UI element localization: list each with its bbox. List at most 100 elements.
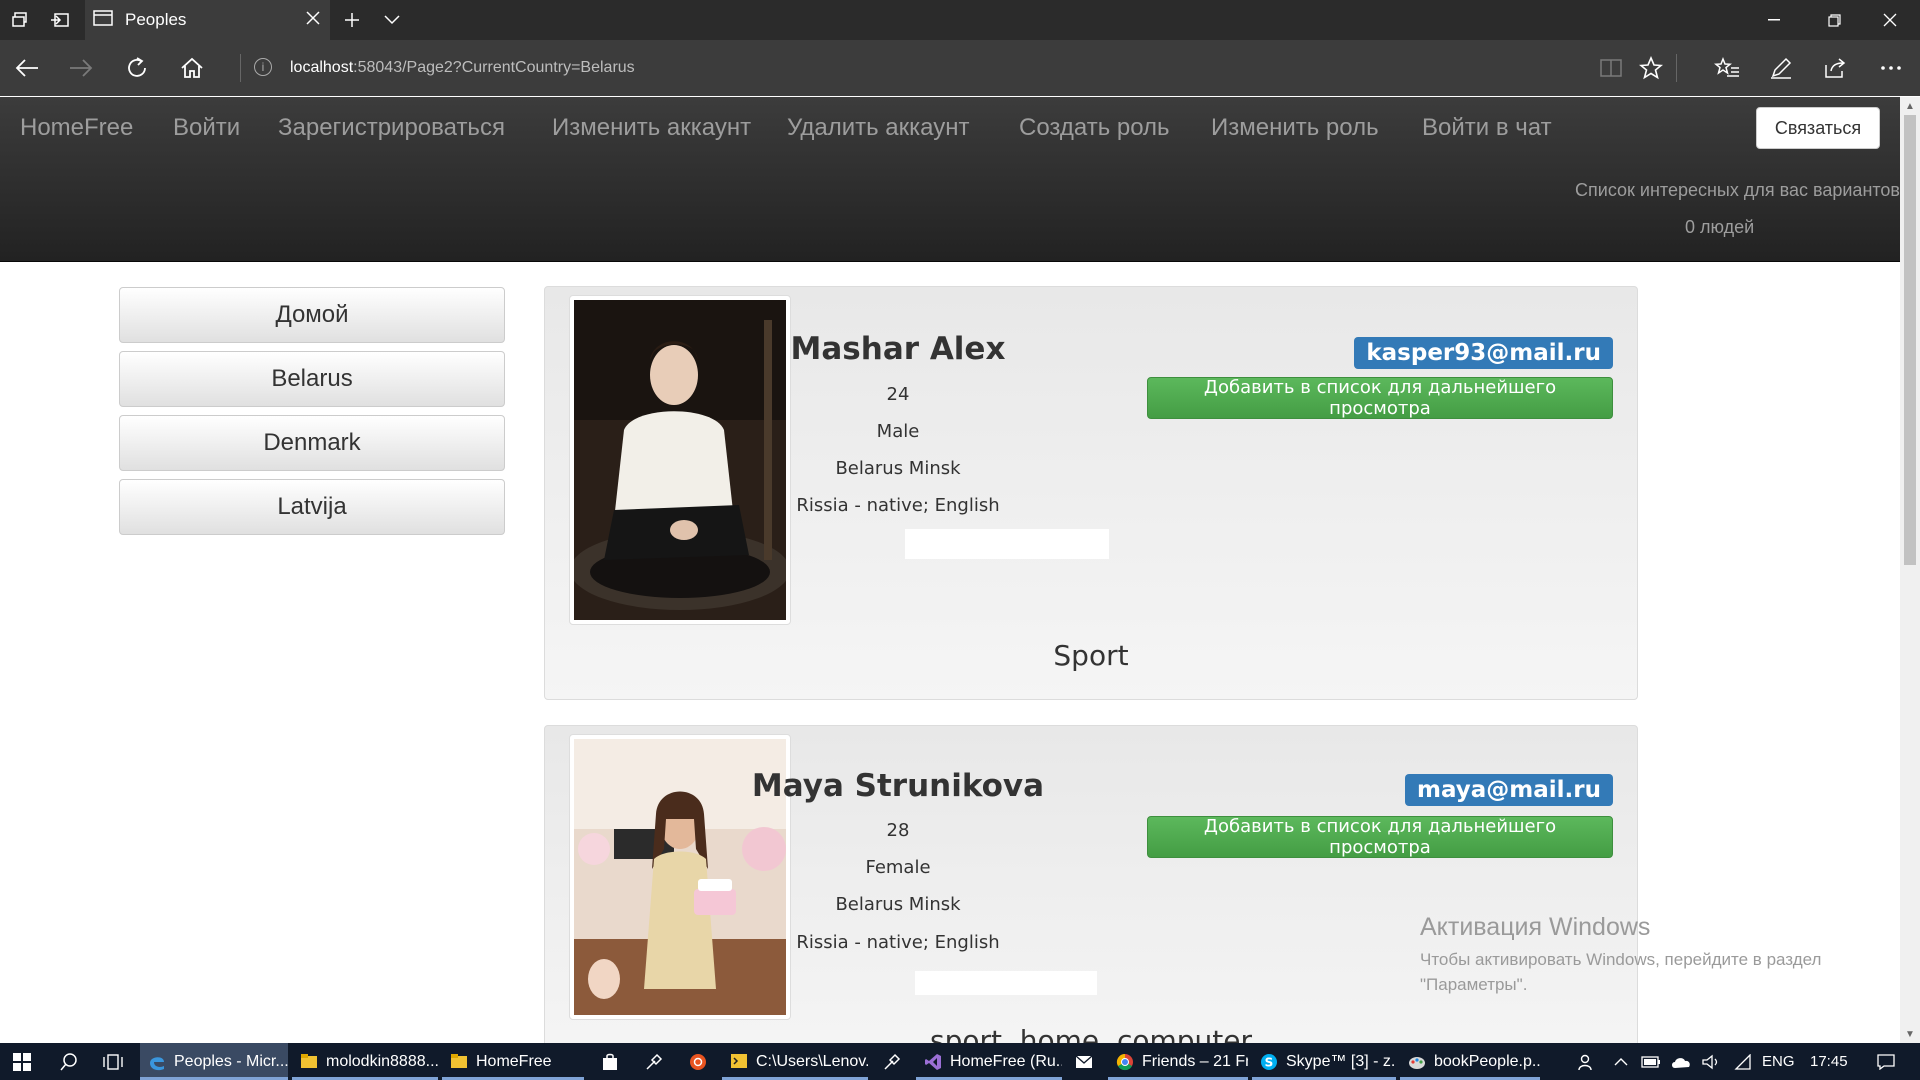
activation-line-1: Чтобы активировать Windows, перейдите в …	[1420, 950, 1822, 969]
taskbar-app-paint[interactable]: bookPeople.p...	[1400, 1043, 1540, 1080]
person-languages: Rissia - native; English	[796, 495, 1000, 516]
person-age: 28	[886, 820, 910, 841]
add-to-watchlist-button[interactable]: Добавить в список для дальнейшего просмо…	[1147, 377, 1613, 419]
nav-edit-account[interactable]: Изменить аккаунт	[552, 97, 751, 159]
folder-icon	[450, 1053, 468, 1071]
person-gender: Female	[865, 857, 931, 878]
person-card: Maya Strunikova 28 Female Belarus Minsk …	[544, 725, 1638, 1065]
show-hidden-icons-chevron-icon[interactable]	[1610, 1043, 1632, 1080]
person-email-badge[interactable]: kasper93@mail.ru	[1354, 337, 1613, 369]
scroll-up-icon[interactable]: ▲	[1900, 97, 1920, 115]
mail-icon[interactable]	[1064, 1043, 1104, 1080]
taskbar-app-visual-studio[interactable]: HomeFree (Ru...	[916, 1043, 1062, 1080]
tools-icon-2[interactable]	[872, 1043, 912, 1080]
nav-delete-account[interactable]: Удалить аккаунт	[787, 97, 970, 159]
tab-manager-icon[interactable]	[0, 0, 40, 40]
forward-icon[interactable]	[54, 40, 108, 96]
person-blank-field	[915, 971, 1097, 995]
browser-titlebar: Peoples	[0, 0, 1920, 40]
onedrive-cloud-icon[interactable]	[1668, 1043, 1694, 1080]
taskbar-app-label: bookPeople.p...	[1434, 1052, 1540, 1070]
browser-toolbar: i localhost:58043/Page2?CurrentCountry=B…	[0, 40, 1920, 96]
svg-text:S: S	[1265, 1055, 1274, 1069]
nav-register[interactable]: Зарегистрироваться	[278, 97, 505, 159]
tab-peoples[interactable]: Peoples	[85, 0, 330, 40]
set-tabs-aside-icon[interactable]	[40, 0, 80, 40]
network-icon[interactable]	[1730, 1043, 1756, 1080]
store-icon[interactable]	[590, 1043, 630, 1080]
start-windows-icon[interactable]	[0, 1043, 44, 1080]
close-window-icon[interactable]	[1860, 0, 1920, 40]
taskbar-app-label: molodkin8888...	[326, 1052, 438, 1070]
page-scrollbar[interactable]: ▲ ▼	[1900, 97, 1920, 1043]
taskbar-app-explorer-1[interactable]: molodkin8888...	[292, 1043, 438, 1080]
chrome-icon	[1116, 1053, 1134, 1071]
person-interests: Sport	[1053, 639, 1129, 672]
sidebar-item-latvija[interactable]: Latvija	[119, 479, 505, 535]
activation-line-2: "Параметры".	[1420, 975, 1528, 994]
nav-brand-homefree[interactable]: HomeFree	[20, 97, 133, 159]
minimize-icon[interactable]	[1744, 0, 1804, 40]
taskbar-app-label: Friends – 21 Fr...	[1142, 1052, 1248, 1070]
activation-watermark-title: Активация Windows	[1420, 913, 1651, 941]
people-icon[interactable]	[1572, 1043, 1602, 1080]
person-name: Maya Strunikova	[751, 768, 1045, 804]
scroll-thumb[interactable]	[1904, 115, 1916, 565]
nav-enter-chat[interactable]: Войти в чат	[1422, 97, 1552, 159]
back-icon[interactable]	[0, 40, 54, 96]
home-icon[interactable]	[165, 40, 219, 96]
new-tab-icon[interactable]	[332, 0, 372, 40]
sidebar-item-home[interactable]: Домой	[119, 287, 505, 343]
taskbar-app-chrome[interactable]: Friends – 21 Fr...	[1108, 1043, 1248, 1080]
refresh-icon[interactable]	[110, 40, 164, 96]
battery-icon[interactable]	[1638, 1043, 1664, 1080]
action-center-icon[interactable]	[1866, 1043, 1906, 1080]
site-info-icon[interactable]: i	[254, 58, 272, 76]
tab-preview-chevron-icon[interactable]	[372, 0, 412, 40]
web-note-icon[interactable]	[1754, 40, 1808, 96]
nav-login[interactable]: Войти	[173, 97, 240, 159]
taskbar-app-edge[interactable]: Peoples - Micr...	[140, 1043, 288, 1080]
taskbar-app-label: HomeFree (Ru...	[950, 1052, 1062, 1070]
taskbar-app-console[interactable]: C:\Users\Lenov...	[722, 1043, 868, 1080]
interesting-list-text[interactable]: Список интересных для вас вариантов	[1575, 180, 1900, 201]
person-location: Belarus Minsk	[835, 894, 961, 915]
taskbar-app-label: HomeFree	[476, 1052, 552, 1070]
ubuntu-icon[interactable]	[678, 1043, 718, 1080]
nav-edit-role[interactable]: Изменить роль	[1211, 97, 1379, 159]
address-input[interactable]: localhost:58043/Page2?CurrentCountry=Bel…	[290, 40, 635, 96]
restore-icon[interactable]	[1804, 0, 1864, 40]
nav-create-role[interactable]: Создать роль	[1019, 97, 1170, 159]
contact-button[interactable]: Связаться	[1756, 107, 1880, 149]
activation-watermark-text: Чтобы активировать Windows, перейдите в …	[1420, 947, 1821, 997]
person-blank-field	[905, 529, 1109, 559]
visual-studio-icon	[924, 1053, 942, 1071]
taskbar-app-skype[interactable]: S Skype™ [3] - z...	[1252, 1043, 1396, 1080]
sidebar-item-belarus[interactable]: Belarus	[119, 351, 505, 407]
input-language[interactable]: ENG	[1762, 1043, 1795, 1080]
taskbar-app-label: Peoples - Micr...	[174, 1052, 288, 1070]
sidebar-item-denmark[interactable]: Denmark	[119, 415, 505, 471]
search-icon[interactable]	[48, 1043, 90, 1080]
taskbar-app-explorer-2[interactable]: HomeFree	[442, 1043, 584, 1080]
people-count-text: 0 людей	[1685, 217, 1755, 237]
tools-icon[interactable]	[634, 1043, 674, 1080]
windows-taskbar: Peoples - Micr... molodkin8888... HomeFr…	[0, 1043, 1920, 1080]
scroll-down-icon[interactable]: ▼	[1900, 1025, 1920, 1043]
person-languages: Rissia - native; English	[796, 932, 1000, 953]
folder-icon	[300, 1053, 318, 1071]
task-view-icon[interactable]	[92, 1043, 134, 1080]
edge-icon	[148, 1053, 166, 1071]
tab-close-icon[interactable]	[306, 10, 320, 30]
add-to-watchlist-button[interactable]: Добавить в список для дальнейшего просмо…	[1147, 816, 1613, 858]
favorites-hub-icon[interactable]	[1700, 40, 1754, 96]
person-email-badge[interactable]: maya@mail.ru	[1405, 774, 1613, 806]
more-options-icon[interactable]	[1864, 40, 1918, 96]
favorite-star-icon[interactable]	[1624, 40, 1678, 96]
url-host: localhost	[290, 59, 354, 76]
clock-time[interactable]: 17:45	[1810, 1043, 1848, 1080]
share-icon[interactable]	[1808, 40, 1862, 96]
volume-icon[interactable]	[1698, 1043, 1724, 1080]
skype-icon: S	[1260, 1053, 1278, 1071]
tab-page-icon	[93, 9, 113, 31]
